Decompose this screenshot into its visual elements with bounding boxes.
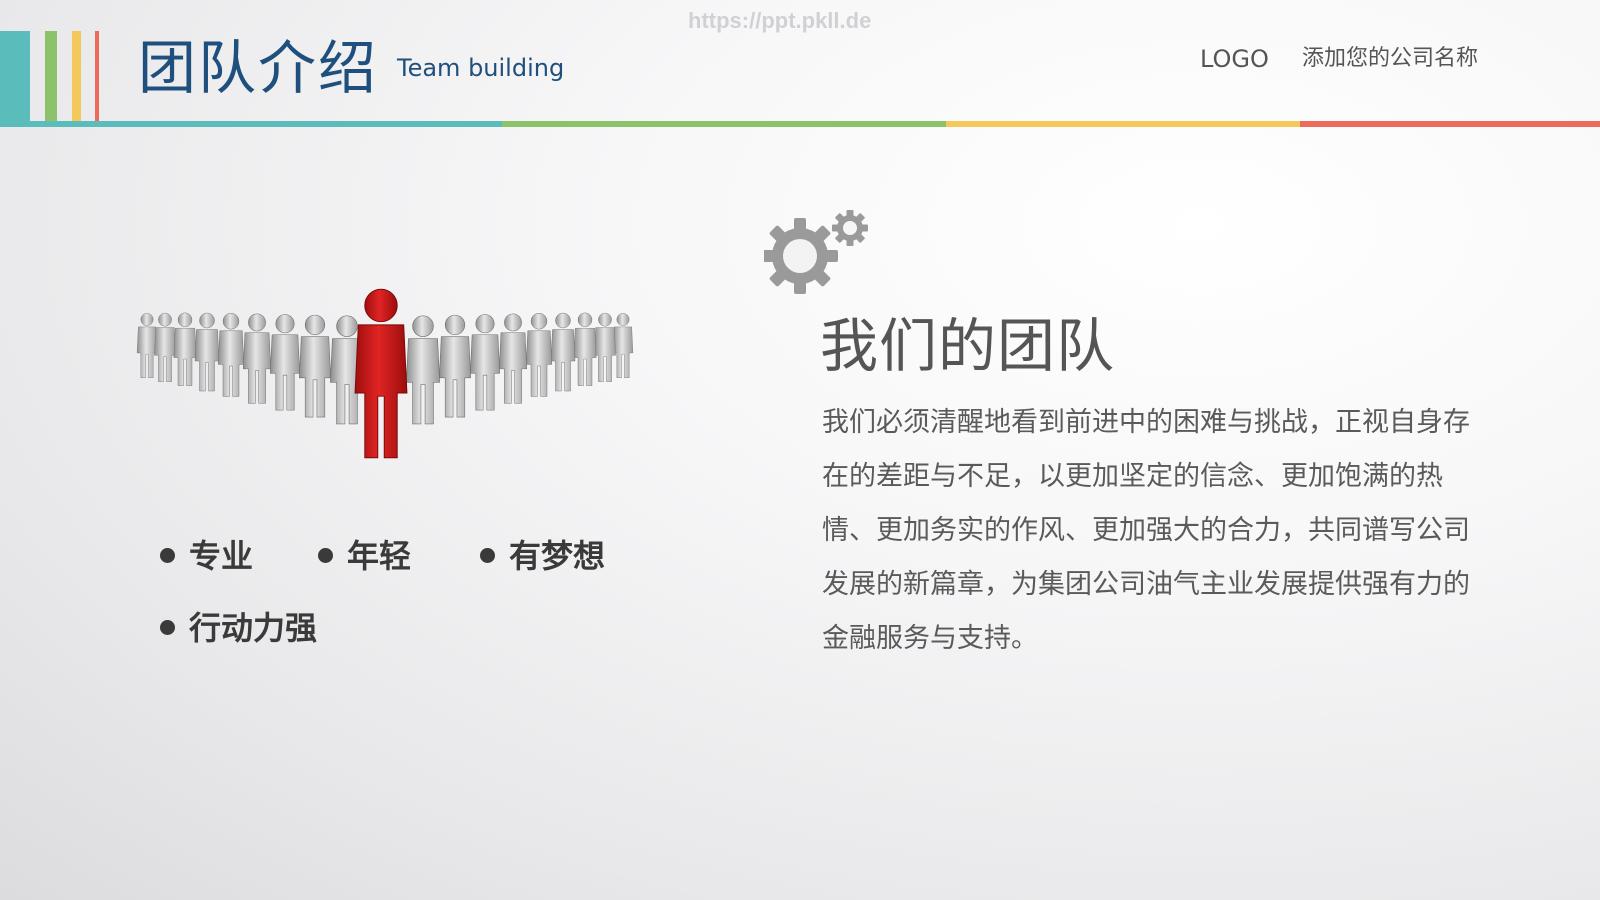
page-title: 团队介绍 [138,34,379,102]
gears-icon [764,210,868,294]
header: 团队介绍 Team building https://ppt.pkll.de L… [0,0,1600,127]
bullet-dot-icon [480,547,495,563]
people-group-illustration [136,288,634,459]
header-stripe-teal [0,121,502,127]
keyword-item: 年轻 [318,534,411,578]
header-stripe-red [1300,121,1600,127]
bullet-dot-icon [160,619,175,635]
header-bar-yellow [72,31,81,121]
keyword-item: 行动力强 [160,606,317,650]
header-bar-red [95,31,99,121]
bullet-dot-icon [318,547,333,563]
header-bar-green [45,31,57,121]
keyword-item: 专业 [160,534,253,578]
watermark: https://ppt.pkll.de [688,8,872,33]
header-stripe-yellow [946,121,1300,127]
header-bar-teal [0,31,30,121]
header-stripe-green [502,121,946,127]
section-heading: 我们的团队 [820,312,1116,380]
page-subtitle: Team building [397,54,565,82]
keyword-item: 有梦想 [480,534,605,578]
slide: 团队介绍 Team building https://ppt.pkll.de L… [0,0,1600,900]
section-body: 我们必须清醒地看到前进中的困难与挑战，正视自身存在的差距与不足，以更加坚定的信念… [822,407,1470,654]
bullet-dot-icon [160,547,175,563]
logo-text: LOGO [1200,45,1269,73]
company-name: 添加您的公司名称 [1302,46,1479,71]
